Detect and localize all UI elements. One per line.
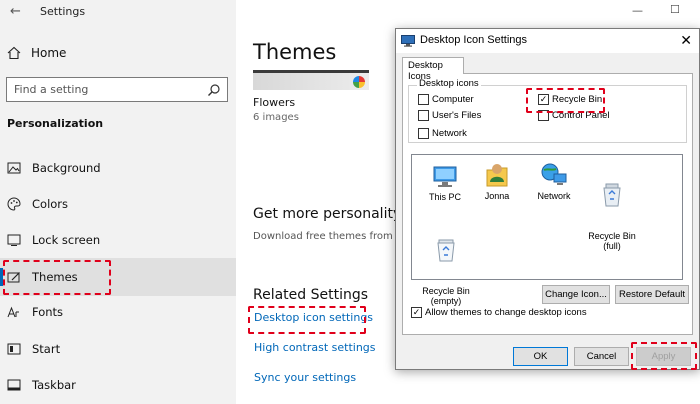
nav-home[interactable]: Home xyxy=(6,44,66,62)
sidebar-item-start[interactable]: Start xyxy=(0,334,236,364)
lock-screen-icon xyxy=(6,232,22,248)
sidebar-item-label: Lock screen xyxy=(32,233,101,247)
dialog-titlebar: Desktop Icon Settings ✕ xyxy=(396,29,699,53)
ok-button[interactable]: OK xyxy=(513,347,568,366)
icon-label: Network xyxy=(537,191,571,201)
monitor-icon xyxy=(401,34,415,47)
fonts-icon xyxy=(6,304,22,320)
checkbox-box xyxy=(538,110,549,121)
app-title: Settings xyxy=(40,5,86,18)
search-input[interactable]: Find a setting xyxy=(6,77,228,102)
desktop-icon-list[interactable]: This PC Jonna Network Recycle Bin (full)… xyxy=(411,154,683,306)
taskbar-icon xyxy=(6,377,22,393)
get-more-heading: Get more personality xyxy=(253,206,402,222)
palette-icon xyxy=(6,196,22,212)
checkbox-box-checked: ✓ xyxy=(411,307,422,318)
checkbox-box xyxy=(418,94,429,105)
checkbox-box xyxy=(418,128,429,139)
icon-item-recycle-bin-full[interactable]: Recycle Bin (full) xyxy=(582,162,642,251)
dialog-title: Desktop Icon Settings xyxy=(420,34,528,46)
checkbox-label: Control Panel xyxy=(552,110,610,121)
sidebar-item-lock-screen[interactable]: Lock screen xyxy=(0,225,236,255)
apply-button[interactable]: Apply xyxy=(636,347,691,366)
icon-label: Recycle Bin (full) xyxy=(588,231,636,251)
restore-default-button[interactable]: Restore Default xyxy=(615,285,689,304)
sidebar-item-label: Taskbar xyxy=(32,378,76,392)
icon-label: Jonna xyxy=(484,191,510,201)
icon-item-recycle-bin-empty[interactable]: Recycle Bin (empty) xyxy=(416,217,476,306)
cancel-button[interactable]: Cancel xyxy=(574,347,629,366)
maximize-button[interactable]: ☐ xyxy=(670,3,680,16)
sidebar-item-label: Colors xyxy=(32,197,69,211)
page-title: Themes xyxy=(253,40,337,64)
checkbox-label: Computer xyxy=(432,94,474,105)
close-button[interactable]: ✕ xyxy=(680,32,692,49)
this-pc-icon xyxy=(415,165,475,189)
icon-item-user-folder[interactable]: Jonna xyxy=(467,160,527,201)
color-wheel-icon xyxy=(353,76,365,88)
sidebar-item-label: Start xyxy=(32,342,61,356)
back-arrow-icon[interactable]: ← xyxy=(10,4,21,19)
high-contrast-settings-link[interactable]: High contrast settings xyxy=(254,341,376,354)
picture-icon xyxy=(6,160,22,176)
desktop-icon-settings-dialog: Desktop Icon Settings ✕ Desktop Icons De… xyxy=(395,28,700,370)
icon-item-this-pc[interactable]: This PC xyxy=(415,165,475,202)
sidebar-item-fonts[interactable]: Fonts xyxy=(0,297,236,327)
search-placeholder: Find a setting xyxy=(14,83,89,96)
checkbox-box xyxy=(418,110,429,121)
sidebar-item-themes[interactable]: Themes xyxy=(0,258,236,296)
start-icon xyxy=(6,341,22,357)
allow-themes-checkbox[interactable]: ✓ Allow themes to change desktop icons xyxy=(411,307,587,318)
sidebar-item-label: Themes xyxy=(32,270,78,284)
checkbox-label: User's Files xyxy=(432,110,482,121)
users-files-checkbox[interactable]: User's Files xyxy=(418,110,481,121)
recycle-bin-empty-icon xyxy=(416,237,476,263)
checkbox-label: Recycle Bin xyxy=(552,94,603,105)
current-theme-count: 6 images xyxy=(253,112,299,123)
get-more-description: Download free themes from th xyxy=(253,231,407,242)
current-theme-preview[interactable] xyxy=(253,70,369,90)
recycle-bin-checkbox[interactable]: ✓ Recycle Bin xyxy=(538,94,602,105)
checkbox-label: Allow themes to change desktop icons xyxy=(425,307,587,318)
sidebar-item-label: Background xyxy=(32,161,101,175)
settings-sidebar: ← Settings Home Find a setting Personali… xyxy=(0,0,236,404)
icon-item-network[interactable]: Network xyxy=(524,162,584,201)
tab-desktop-icons[interactable]: Desktop Icons xyxy=(402,57,464,82)
checkbox-label: Network xyxy=(432,128,467,139)
section-title: Personalization xyxy=(7,117,104,130)
nav-home-label: Home xyxy=(31,46,67,60)
checkbox-box-checked: ✓ xyxy=(538,94,549,105)
related-settings-heading: Related Settings xyxy=(253,287,369,303)
sidebar-item-background[interactable]: Background xyxy=(0,153,236,183)
minimize-button[interactable]: — xyxy=(632,4,643,17)
selection-indicator xyxy=(0,268,3,286)
icon-label: Recycle Bin (empty) xyxy=(422,286,470,306)
network-checkbox[interactable]: Network xyxy=(418,128,467,139)
home-icon xyxy=(6,45,22,61)
desktop-icon-settings-link[interactable]: Desktop icon settings xyxy=(254,311,373,324)
computer-checkbox[interactable]: Computer xyxy=(418,94,474,105)
change-icon-button[interactable]: Change Icon... xyxy=(542,285,610,304)
icon-label: This PC xyxy=(428,192,461,202)
sidebar-item-label: Fonts xyxy=(32,305,64,319)
user-folder-icon xyxy=(467,160,527,188)
control-panel-checkbox[interactable]: Control Panel xyxy=(538,110,610,121)
current-theme-name: Flowers xyxy=(253,96,296,109)
network-icon xyxy=(524,162,584,188)
sidebar-item-taskbar[interactable]: Taskbar xyxy=(0,370,236,400)
recycle-bin-full-icon xyxy=(582,182,642,208)
themes-icon xyxy=(6,269,22,285)
sidebar-item-colors[interactable]: Colors xyxy=(0,189,236,219)
sync-settings-link[interactable]: Sync your settings xyxy=(254,371,356,384)
search-icon[interactable] xyxy=(207,82,221,96)
